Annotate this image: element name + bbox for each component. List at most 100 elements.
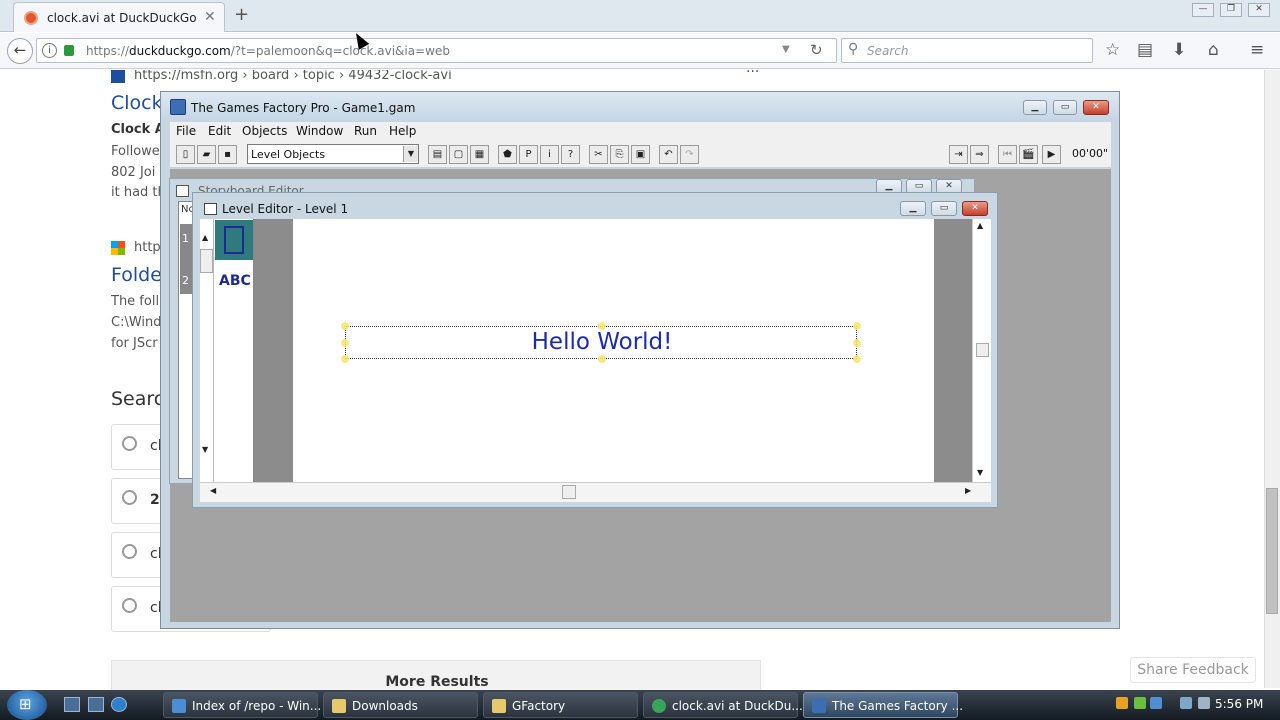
- event-grid-icon[interactable]: ▦: [470, 145, 489, 164]
- scroll-down-icon[interactable]: ▼: [202, 445, 212, 457]
- taskbar-item[interactable]: clock.avi at DuckDu...: [643, 692, 803, 718]
- level-editor-minimize-button[interactable]: ▁: [900, 201, 926, 216]
- switch-windows-icon[interactable]: [88, 697, 104, 712]
- downloads-icon[interactable]: ⬇: [1172, 40, 1186, 60]
- close-window-button[interactable]: ✕: [1248, 3, 1270, 17]
- paste-icon[interactable]: ▣: [631, 145, 650, 164]
- tray-check-icon[interactable]: [1134, 697, 1146, 709]
- close-button[interactable]: ✕: [1083, 100, 1109, 115]
- share-feedback-button[interactable]: Share Feedback: [1130, 657, 1256, 683]
- copy-icon[interactable]: ⎘: [610, 145, 629, 164]
- show-desktop-icon[interactable]: [64, 697, 80, 712]
- help-icon[interactable]: ?: [561, 145, 580, 164]
- menu-file[interactable]: File: [176, 124, 196, 138]
- level-editor-maximize-button[interactable]: ▭: [931, 201, 957, 216]
- result-url[interactable]: http: [134, 240, 161, 255]
- resize-handle[interactable]: [853, 322, 861, 330]
- new-tab-button[interactable]: +: [234, 4, 249, 25]
- start-button[interactable]: ⊞: [7, 690, 47, 720]
- level-objects-select[interactable]: Level Objects ▼: [247, 144, 419, 164]
- menu-objects[interactable]: Objects: [242, 124, 287, 138]
- palette-item-text[interactable]: ABC: [219, 273, 251, 289]
- tray-shield-icon[interactable]: [1116, 697, 1128, 709]
- resize-handle[interactable]: [598, 322, 606, 330]
- clapper-icon[interactable]: 🎬: [1019, 145, 1038, 164]
- duckduckgo-favicon-icon: [24, 11, 38, 25]
- scroll-left-icon[interactable]: ◀: [210, 486, 216, 495]
- palette-scrollbar[interactable]: ▲ ▼: [200, 219, 214, 482]
- rewind-icon[interactable]: ⏮: [998, 145, 1017, 164]
- games-factory-titlebar[interactable]: The Games Factory Pro - Game1.gam ▁ ▭ ✕: [161, 92, 1119, 122]
- undo-icon[interactable]: ↶: [659, 145, 678, 164]
- redo-icon[interactable]: ↷: [680, 145, 699, 164]
- tray-update-icon[interactable]: [1150, 697, 1162, 709]
- bookmark-star-icon[interactable]: ☆: [1105, 40, 1120, 60]
- reload-icon[interactable]: ↻: [810, 41, 823, 59]
- taskbar-clock[interactable]: 5:56 PM: [1215, 697, 1263, 711]
- search-bar[interactable]: ⚲ Search: [841, 38, 1093, 63]
- storyboard-view-icon[interactable]: ▤: [428, 145, 447, 164]
- bookmarks-list-icon[interactable]: ▤: [1137, 40, 1153, 60]
- result-more-icon[interactable]: ···: [746, 70, 759, 80]
- browser-tab[interactable]: clock.avi at DuckDuckGo ✕: [13, 2, 225, 32]
- scroll-up-icon[interactable]: ▲: [977, 221, 983, 230]
- vertical-scrollbar[interactable]: ▲ ▼: [972, 219, 991, 482]
- page-scrollbar-thumb[interactable]: [1266, 488, 1278, 614]
- object-shape-icon[interactable]: ⬟: [498, 145, 517, 164]
- level-canvas[interactable]: Hello World!: [293, 219, 934, 482]
- menu-icon[interactable]: ≡: [1250, 40, 1264, 60]
- network-icon[interactable]: [1180, 697, 1192, 709]
- open-folder-icon[interactable]: ▰: [197, 145, 216, 164]
- resize-handle[interactable]: [341, 355, 349, 363]
- scroll-up-icon[interactable]: ▲: [202, 233, 212, 245]
- home-icon[interactable]: ⌂: [1208, 40, 1219, 60]
- taskbar-item[interactable]: GFactory: [483, 692, 638, 718]
- taskbar-item[interactable]: Index of /repo - Win...: [163, 692, 321, 718]
- minimize-window-button[interactable]: —: [1192, 3, 1214, 17]
- run-frame-icon[interactable]: ⇒: [970, 145, 989, 164]
- menu-window[interactable]: Window: [296, 124, 343, 138]
- hello-world-text-object[interactable]: Hello World!: [341, 322, 861, 363]
- menu-run[interactable]: Run: [354, 124, 377, 138]
- address-bar[interactable]: i https://duckduckgo.com/?t=palemoon&q=c…: [36, 38, 837, 63]
- run-application-icon[interactable]: ⇥: [949, 145, 968, 164]
- minimize-button[interactable]: ▁: [1023, 100, 1047, 115]
- result-title[interactable]: Folde: [111, 264, 162, 286]
- horizontal-scroll-thumb[interactable]: [562, 485, 576, 499]
- taskbar-item[interactable]: Downloads: [323, 692, 478, 718]
- maximize-button[interactable]: ▭: [1053, 100, 1077, 115]
- level-view-icon[interactable]: ▢: [449, 145, 468, 164]
- tab-close-icon[interactable]: ✕: [204, 9, 216, 25]
- resize-handle[interactable]: [341, 339, 349, 347]
- scroll-down-icon[interactable]: ▼: [977, 468, 983, 477]
- properties-icon[interactable]: P: [519, 145, 538, 164]
- result-breadcrumb[interactable]: https://msfn.org › board › topic › 49432…: [134, 70, 452, 83]
- new-file-icon[interactable]: ▯: [176, 145, 195, 164]
- palette-scroll-thumb[interactable]: [200, 249, 213, 273]
- resize-handle[interactable]: [853, 355, 861, 363]
- maximize-window-button[interactable]: ❐: [1220, 3, 1242, 17]
- palette-item-backdrop[interactable]: [215, 220, 253, 260]
- history-dropdown-icon[interactable]: ▼: [782, 44, 790, 55]
- resize-handle[interactable]: [853, 339, 861, 347]
- save-icon[interactable]: ▪: [218, 145, 237, 164]
- scroll-right-icon[interactable]: ▶: [965, 486, 971, 495]
- info-icon[interactable]: i: [540, 145, 559, 164]
- dropdown-arrow-icon[interactable]: ▼: [403, 146, 418, 162]
- vertical-scroll-thumb[interactable]: [976, 343, 989, 357]
- internet-explorer-icon[interactable]: [111, 697, 127, 712]
- resize-handle[interactable]: [598, 355, 606, 363]
- taskbar-item-active[interactable]: The Games Factory ...: [803, 692, 963, 718]
- menu-edit[interactable]: Edit: [208, 124, 231, 138]
- resize-handle[interactable]: [341, 322, 349, 330]
- menu-help[interactable]: Help: [389, 124, 416, 138]
- more-results-button[interactable]: More Results: [111, 660, 761, 692]
- level-editor-close-button[interactable]: ✕: [962, 201, 988, 216]
- back-button[interactable]: ←: [7, 38, 33, 64]
- play-icon[interactable]: ▶: [1042, 145, 1061, 164]
- volume-icon[interactable]: [1198, 697, 1210, 709]
- horizontal-scrollbar[interactable]: ◀ ▶: [200, 482, 991, 502]
- cut-icon[interactable]: ✂: [589, 145, 608, 164]
- result-title[interactable]: Clock: [111, 92, 163, 114]
- site-info-icon[interactable]: i: [42, 43, 57, 58]
